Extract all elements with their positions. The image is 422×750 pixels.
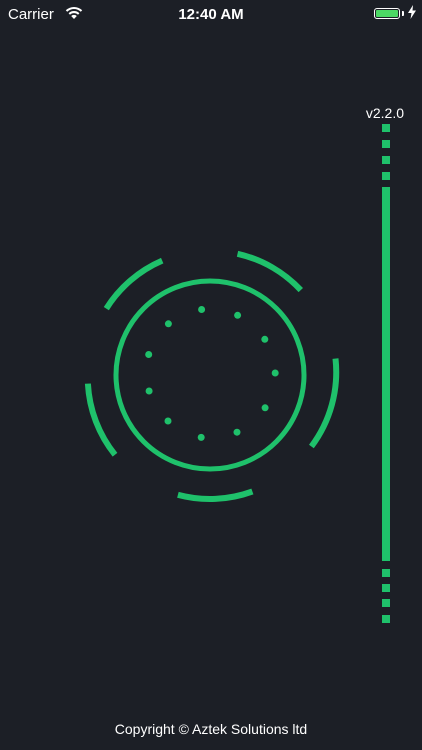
outer-arc-bottom (177, 488, 254, 502)
dot (145, 351, 153, 358)
battery-icon (374, 8, 400, 19)
bar-segment (382, 569, 390, 577)
dot (198, 306, 206, 313)
circular-loading-spinner-icon (84, 250, 340, 502)
status-bar: Carrier 12:40 AM (0, 0, 422, 28)
dot (164, 320, 172, 328)
dot (261, 404, 269, 412)
dot (234, 311, 242, 319)
bar-segment (382, 124, 390, 132)
charging-bolt-icon (408, 5, 416, 19)
bar-segment (382, 615, 390, 623)
dot (145, 387, 153, 395)
dot (233, 428, 241, 436)
outer-arc-top-right (236, 250, 303, 293)
copyright-text: Copyright © Aztek Solutions ltd (114, 721, 308, 737)
dot (261, 335, 269, 343)
bar-segment (382, 156, 390, 164)
version-label: v2.2.0 (365, 105, 404, 121)
dot (197, 433, 205, 441)
battery-tip (402, 11, 404, 16)
dot (164, 417, 172, 425)
outer-arc-left (84, 383, 118, 457)
bar-fill (382, 187, 390, 561)
battery-level (376, 10, 398, 17)
outer-arc-right (308, 358, 340, 449)
bar-segment (382, 584, 390, 592)
bar-segment (382, 140, 390, 148)
bar-segment (382, 172, 390, 180)
status-time: 12:40 AM (178, 6, 244, 23)
vertical-progress-bar (382, 124, 390, 623)
bar-segment (382, 599, 390, 607)
splash-screen: Carrier 12:40 AM v2.2.0 Copyright © Azte… (0, 0, 422, 750)
dot (271, 369, 279, 377)
